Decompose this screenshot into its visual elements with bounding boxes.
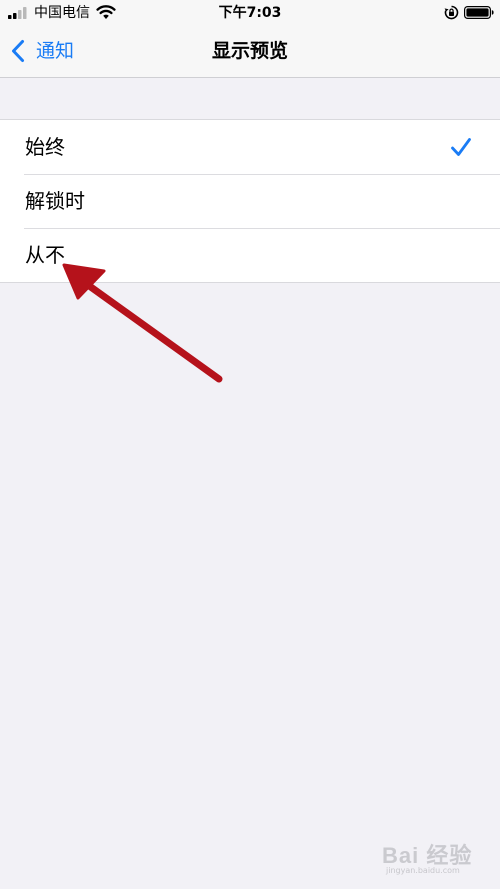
back-label: 通知: [36, 40, 75, 62]
option-label: 解锁时: [25, 189, 85, 213]
battery-icon: [464, 6, 494, 19]
rotation-lock-icon: [444, 5, 459, 20]
option-label: 从不: [25, 243, 65, 267]
watermark-url: jingyan.baidu.com: [386, 866, 460, 875]
page-title: 显示预览: [211, 40, 288, 62]
status-clock: 下午7:03: [218, 5, 282, 21]
watermark: Bai 经验 jingyan.baidu.com: [382, 836, 494, 882]
checkmark-icon: [451, 138, 471, 156]
status-bar: 中国电信 下午7:03: [0, 0, 500, 26]
back-button[interactable]: 通知: [10, 34, 74, 68]
navigation-bar: 通知 显示预览: [0, 26, 500, 78]
option-never[interactable]: 从不: [0, 228, 500, 282]
option-when-unlocked[interactable]: 解锁时: [0, 174, 500, 228]
preview-options-list: 始终 解锁时 从不: [0, 119, 500, 283]
chevron-left-icon: [12, 40, 24, 62]
option-label: 始终: [25, 135, 65, 159]
option-always[interactable]: 始终: [0, 120, 500, 174]
